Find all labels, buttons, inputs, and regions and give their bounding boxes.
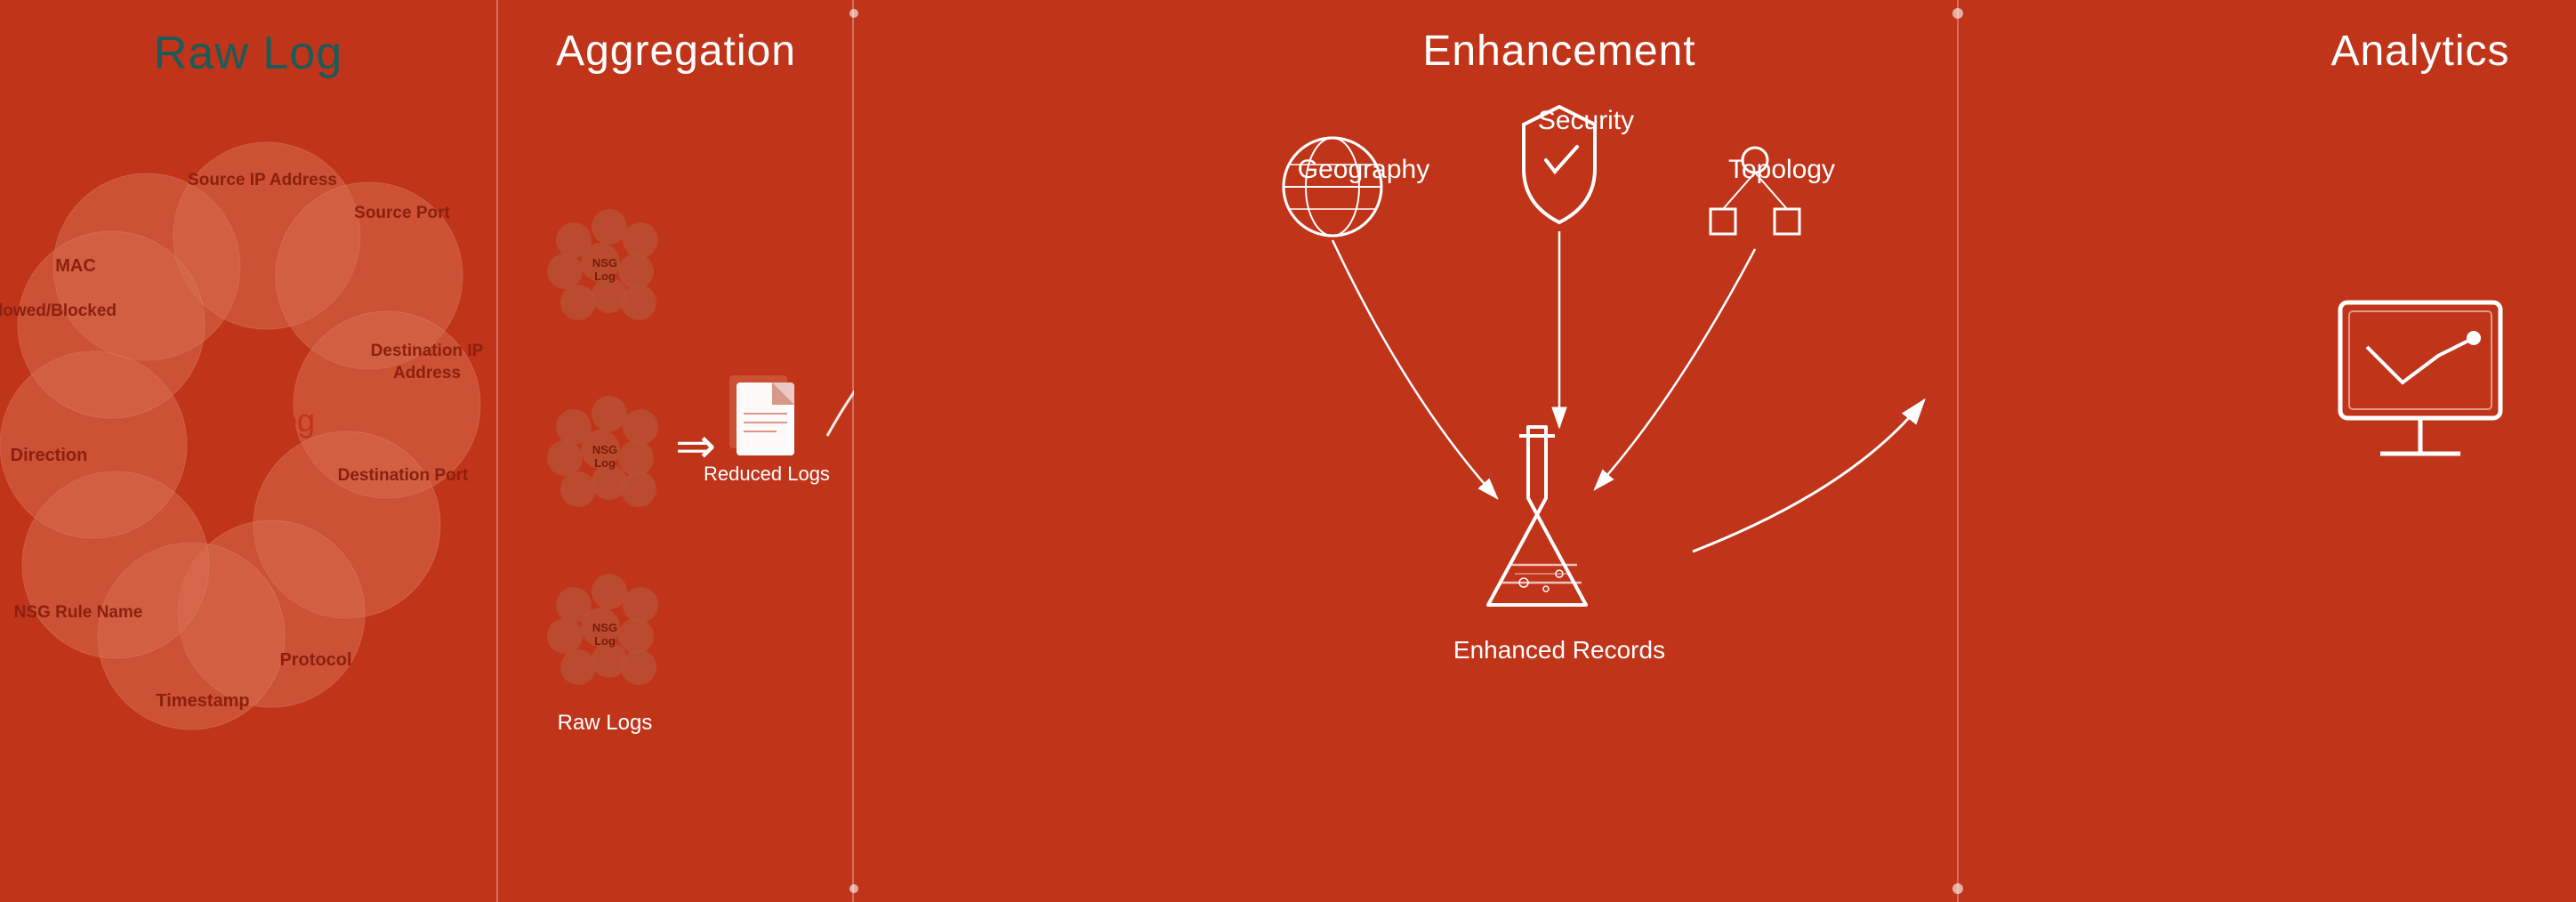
svg-text:Direction: Direction bbox=[11, 446, 88, 465]
svg-text:Allowed/Blocked: Allowed/Blocked bbox=[0, 302, 117, 320]
svg-text:Enhanced Records: Enhanced Records bbox=[1453, 636, 1665, 664]
svg-text:NSG: NSG bbox=[592, 621, 617, 634]
enhancement-section: Enhancement Geography Security Topology bbox=[854, 0, 2265, 902]
svg-text:Raw Logs: Raw Logs bbox=[558, 711, 653, 735]
nsg-group-1: NSG Log bbox=[547, 209, 658, 320]
svg-text:NSG: NSG bbox=[592, 256, 617, 270]
svg-text:NSG Rule Name: NSG Rule Name bbox=[14, 603, 143, 622]
aggregation-diagram: NSG Log NSG Log bbox=[498, 89, 854, 854]
raw-log-section: Raw Log MAC Source IP Address Source Por… bbox=[0, 0, 498, 902]
analytics-diagram bbox=[2265, 0, 2576, 902]
svg-text:Reduced Logs: Reduced Logs bbox=[704, 463, 830, 485]
svg-text:Destination Port: Destination Port bbox=[338, 466, 469, 485]
svg-text:Log: Log bbox=[594, 634, 616, 648]
svg-text:Log: Log bbox=[594, 270, 616, 283]
svg-text:MAC: MAC bbox=[55, 256, 96, 276]
aggregation-section: Aggregation NSG Log bbox=[498, 0, 854, 902]
svg-text:Topology: Topology bbox=[1728, 155, 1835, 184]
svg-text:Log: Log bbox=[594, 456, 616, 470]
venn-diagram: MAC Source IP Address Source Port Destin… bbox=[0, 62, 498, 881]
svg-text:Geography: Geography bbox=[1298, 155, 1429, 184]
svg-text:Address: Address bbox=[393, 364, 461, 383]
svg-text:NSG: NSG bbox=[592, 443, 617, 456]
svg-text:Source IP Address: Source IP Address bbox=[188, 171, 337, 189]
document-icon bbox=[729, 375, 794, 455]
svg-text:Timestamp: Timestamp bbox=[156, 691, 249, 711]
enhancement-diagram: Geography Security Topology bbox=[854, 0, 2265, 902]
svg-text:Protocol: Protocol bbox=[279, 650, 351, 670]
aggregation-title: Aggregation bbox=[498, 0, 854, 76]
svg-text:Source Port: Source Port bbox=[354, 204, 450, 222]
analytics-section: Analytics bbox=[2265, 0, 2576, 902]
svg-text:Destination IP: Destination IP bbox=[371, 342, 484, 360]
svg-text:NSG Log: NSG Log bbox=[183, 402, 315, 439]
nsg-group-3: NSG Log bbox=[547, 574, 658, 685]
right-content: Aggregation NSG Log bbox=[498, 0, 2576, 902]
nsg-group-2: NSG Log bbox=[547, 396, 658, 507]
